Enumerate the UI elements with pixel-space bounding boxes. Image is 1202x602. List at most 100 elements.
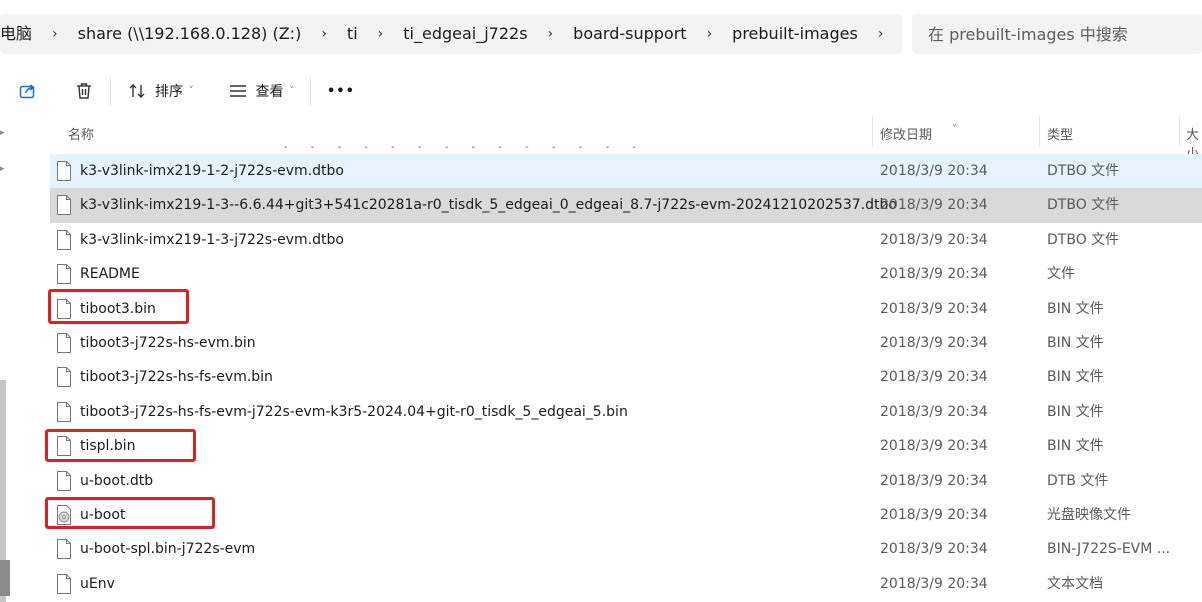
- breadcrumb-item-pc[interactable]: 电脑: [0, 14, 38, 54]
- chevron-right-icon[interactable]: ›: [307, 14, 341, 54]
- search-input[interactable]: [912, 14, 1202, 54]
- chevron-right-icon[interactable]: ›: [534, 14, 568, 54]
- file-icon: [57, 470, 71, 491]
- file-name: uEnv: [80, 575, 115, 592]
- file-date: 2018/3/9 20:34: [880, 575, 988, 592]
- sort-label: 排序: [155, 84, 183, 100]
- address-bar: 电脑 › share (\\192.168.0.128) (Z:) › ti ›…: [0, 0, 1202, 66]
- pin-icon[interactable]: ▸: [0, 164, 8, 174]
- file-row[interactable]: tiboot3.bin 2018/3/9 20:34 BIN 文件: [50, 292, 1202, 326]
- file-row[interactable]: u-boot.dtb 2018/3/9 20:34 DTB 文件: [50, 464, 1202, 498]
- file-name: tispl.bin: [80, 438, 136, 455]
- breadcrumb-item-ti-edgeai[interactable]: ti_edgeai_j722s: [397, 14, 533, 54]
- file-date: 2018/3/9 20:34: [880, 163, 988, 179]
- toolbar-divider: [110, 76, 111, 106]
- file-type: BIN 文件: [1047, 403, 1104, 420]
- file-type: 光盘映像文件: [1047, 506, 1131, 523]
- file-list: 名称 修改日期 ˅ 类型 大小 - - - - - - - - - - - - …: [30, 116, 1202, 602]
- file-icon: [57, 195, 71, 216]
- file-name: tiboot3-j722s-hs-fs-evm.bin: [80, 369, 273, 386]
- file-date: 2018/3/9 20:34: [880, 197, 988, 214]
- file-date: 2018/3/9 20:34: [880, 231, 988, 248]
- column-divider[interactable]: [1039, 116, 1040, 146]
- breadcrumb[interactable]: 电脑 › share (\\192.168.0.128) (Z:) › ti ›…: [0, 14, 902, 54]
- breadcrumb-item-prebuilt-images[interactable]: prebuilt-images: [726, 14, 864, 54]
- view-label: 查看: [255, 84, 284, 100]
- nav-scrollbar-thumb[interactable]: [0, 560, 10, 596]
- file-date: 2018/3/9 20:34: [880, 300, 988, 317]
- file-type: BIN 文件: [1047, 438, 1104, 455]
- more-options-button[interactable]: •••: [317, 74, 365, 108]
- column-header-date[interactable]: 修改日期: [880, 124, 932, 143]
- breadcrumb-item-ti[interactable]: ti: [341, 14, 364, 54]
- chevron-right-icon[interactable]: ›: [38, 14, 72, 54]
- breadcrumb-item-board-support[interactable]: board-support: [567, 14, 692, 54]
- sort-descending-icon: ˅: [952, 124, 957, 135]
- file-date: 2018/3/9 20:34: [880, 472, 988, 489]
- chevron-right-icon[interactable]: ›: [864, 14, 898, 54]
- file-name: tiboot3-j722s-hs-fs-evm-j722s-evm-k3r5-2…: [80, 403, 628, 420]
- file-name: k3-v3link-imx219-1-2-j722s-evm.dtbo: [80, 163, 344, 179]
- file-type: 文件: [1047, 266, 1075, 283]
- share-icon: [19, 84, 35, 99]
- chevron-right-icon[interactable]: ›: [364, 14, 398, 54]
- file-type: DTB 文件: [1047, 472, 1109, 489]
- column-header-type[interactable]: 类型: [1047, 124, 1073, 143]
- file-icon: [57, 298, 71, 319]
- sort-button[interactable]: 排序 ˅: [117, 74, 204, 108]
- file-type: BIN 文件: [1047, 369, 1104, 386]
- file-icon: [57, 436, 71, 457]
- file-name: u-boot.dtb: [80, 472, 154, 489]
- file-row[interactable]: k3-v3link-imx219-1-3--6.6.44+git3+541c20…: [50, 188, 1202, 223]
- file-type: DTBO 文件: [1047, 197, 1120, 214]
- file-date: 2018/3/9 20:34: [880, 438, 988, 455]
- pin-icon[interactable]: ▸: [0, 128, 8, 138]
- share-button[interactable]: [8, 74, 48, 108]
- file-row[interactable]: tiboot3-j722s-hs-evm.bin 2018/3/9 20:34 BI…: [50, 326, 1202, 360]
- file-name: u-boot-spl.bin-j722s-evm: [80, 541, 256, 558]
- view-list-icon: [229, 85, 246, 97]
- file-type: BIN 文件: [1047, 334, 1104, 351]
- file-date: 2018/3/9 20:34: [880, 266, 988, 283]
- trash-icon: [77, 83, 91, 99]
- file-type: BIN-J722S-EVM ...: [1047, 541, 1171, 558]
- column-divider[interactable]: [872, 116, 873, 146]
- chevron-down-icon: ˅: [189, 86, 194, 96]
- more-icon: •••: [327, 83, 355, 99]
- file-date: 2018/3/9 20:34: [880, 334, 988, 351]
- chevron-right-icon[interactable]: ›: [693, 14, 727, 54]
- file-icon: [57, 332, 71, 353]
- file-row[interactable]: tiboot3-j722s-hs-fs-evm.bin 2018/3/9 20:3…: [50, 360, 1202, 394]
- file-row[interactable]: README 2018/3/9 20:34 文件: [50, 257, 1202, 291]
- file-row[interactable]: u-boot-spl.bin-j722s-evm 2018/3/9 20:34 BI…: [50, 532, 1202, 566]
- file-name: tiboot3-j722s-hs-evm.bin: [80, 334, 256, 351]
- toolbar-divider: [310, 76, 311, 106]
- file-icon: [57, 229, 71, 250]
- file-type: 文本文档: [1047, 575, 1103, 592]
- file-rows: k3-v3link-imx219-1-2-j722s-evm.dtbo 2018/…: [50, 154, 1202, 601]
- file-name: README: [80, 266, 140, 283]
- file-date: 2018/3/9 20:34: [880, 369, 988, 386]
- file-icon: [57, 264, 71, 285]
- file-name: u-boot: [80, 506, 126, 523]
- file-row[interactable]: uEnv 2018/3/9 20:34 文本文档: [50, 567, 1202, 601]
- file-type: BIN 文件: [1047, 300, 1104, 317]
- file-name: k3-v3link-imx219-1-3-j722s-evm.dtbo: [80, 231, 344, 248]
- file-row[interactable]: tiboot3-j722s-hs-fs-evm-j722s-evm-k3r5-2…: [50, 395, 1202, 429]
- file-row[interactable]: k3-v3link-imx219-1-2-j722s-evm.dtbo 2018/…: [50, 154, 1202, 189]
- file-name: tiboot3.bin: [80, 300, 156, 317]
- file-row[interactable]: k3-v3link-imx219-1-3-j722s-evm.dtbo 2018/…: [50, 223, 1202, 257]
- file-type: DTBO 文件: [1047, 231, 1120, 248]
- command-bar: 排序 ˅ 查看 ˅ •••: [0, 66, 1202, 116]
- column-divider[interactable]: [1179, 116, 1180, 146]
- breadcrumb-item-share[interactable]: share (\\192.168.0.128) (Z:): [72, 14, 308, 54]
- column-header-name[interactable]: 名称: [68, 124, 94, 143]
- delete-button[interactable]: [64, 74, 104, 108]
- file-icon: [57, 539, 71, 560]
- file-icon: [57, 401, 71, 422]
- file-date: 2018/3/9 20:34: [880, 541, 988, 558]
- file-row[interactable]: u-boot 2018/3/9 20:34 光盘映像文件: [50, 498, 1202, 532]
- view-button[interactable]: 查看 ˅: [218, 74, 305, 108]
- file-row[interactable]: tispl.bin 2018/3/9 20:34 BIN 文件: [50, 429, 1202, 463]
- sort-icon: [129, 84, 145, 98]
